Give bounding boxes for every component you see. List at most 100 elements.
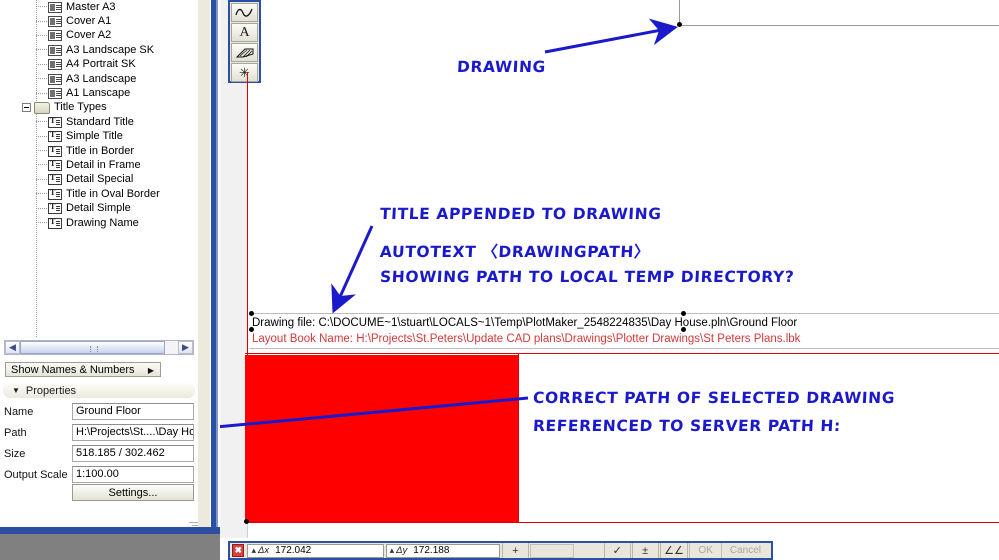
navigator-tree[interactable]: Master A3 Cover A1 Cover A2 A3 Landscape SK… <box>0 0 198 337</box>
delta-y-value[interactable]: 172.188 <box>413 545 449 556</box>
tree-connector <box>36 6 47 8</box>
angle-constraint-icon[interactable]: ∠∠ <box>659 543 689 558</box>
tree-item-simple-title[interactable]: Simple Title <box>0 130 198 144</box>
tree-item-a3-landscape-sk[interactable]: A3 Landscape SK <box>0 43 198 57</box>
properties-title: Properties <box>25 384 77 397</box>
tree-item-label: Title Types <box>54 101 107 114</box>
tree-item-title-types[interactable]: Title Types <box>0 101 198 115</box>
tree-item-cover-a2[interactable]: Cover A2 <box>0 29 198 43</box>
polyline-tool-icon[interactable] <box>231 3 258 22</box>
tree-item-cover-a1[interactable]: Cover A1 <box>0 14 198 28</box>
title-type-icon <box>48 173 62 186</box>
tree-item-detail-in-frame[interactable]: Detail in Frame <box>0 158 198 172</box>
tree-connector <box>36 121 47 123</box>
tree-item-standard-title[interactable]: Standard Title <box>0 115 198 129</box>
tree-item-title-in-oval-border[interactable]: Title in Oval Border <box>0 187 198 201</box>
tree-connector <box>36 222 47 224</box>
annotation-correct-line2: REFERENCED TO SERVER PATH H: <box>532 417 842 435</box>
drawing-red-fill[interactable] <box>245 355 518 522</box>
coordinate-spare-field[interactable] <box>529 543 574 558</box>
drawing-sheet-icon <box>48 73 62 85</box>
fill-tool-icon[interactable] <box>231 43 258 62</box>
confirm-check-icon[interactable]: ✓ <box>603 543 631 558</box>
grid-line-horizontal <box>679 25 999 26</box>
tree-item-label: Detail Special <box>66 173 134 186</box>
angle-icon-x: ▴ <box>251 545 256 555</box>
tree-item-a1-lanscape[interactable]: A1 Lanscape <box>0 86 198 100</box>
tree-item-label: A3 Landscape <box>66 72 137 85</box>
drawing-sheet-icon <box>48 59 62 71</box>
delta-y-field[interactable]: ▴ Δy 172.188 <box>385 543 500 558</box>
drawing-file-text[interactable]: Drawing file: C:\DOCUME~1\stuart\LOCALS~… <box>252 317 797 329</box>
drawing-sheet-icon <box>48 16 62 28</box>
layout-book-name-text[interactable]: Layout Book Name: H:\Projects\St.Peters\… <box>252 333 800 345</box>
status-bar-filler <box>773 541 999 560</box>
text-tool-icon[interactable]: A <box>231 23 258 42</box>
tree-item-a4-portrait-sk[interactable]: A4 Portrait SK <box>0 58 198 72</box>
tree-item-detail-special[interactable]: Detail Special <box>0 173 198 187</box>
tree-item-title-in-border[interactable]: Title in Border <box>0 144 198 158</box>
asterisk-glyph-icon: ✳ <box>239 64 250 80</box>
ok-button[interactable]: OK <box>689 543 720 558</box>
title-type-icon <box>48 145 62 157</box>
collapse-triangle-icon[interactable]: ▼ <box>12 386 20 395</box>
tree-expander-icon[interactable] <box>22 103 31 113</box>
tree-item-label: Detail in Frame <box>66 158 141 171</box>
application-background <box>0 534 220 560</box>
tree-connector <box>36 207 47 210</box>
scrollbar-thumb[interactable] <box>20 341 165 354</box>
tree-item-detail-simple[interactable]: Detail Simple <box>0 201 198 215</box>
figure-tool-icon[interactable]: ✳ <box>231 63 258 82</box>
property-value-field[interactable]: H:\Projects\St....\Day House.pln <box>72 424 194 441</box>
text-handle-top-right[interactable] <box>681 311 686 316</box>
add-coordinate-button[interactable]: + <box>501 543 529 558</box>
property-label: Output Scale <box>4 468 68 481</box>
tree-connector <box>36 178 47 181</box>
folder-icon <box>34 101 50 114</box>
title-type-icon <box>48 116 62 128</box>
delta-x-label: Δx <box>257 545 270 556</box>
tree-item-label: Master A3 <box>66 0 116 13</box>
plus-minus-icon[interactable]: ± <box>631 543 659 558</box>
coordinate-status-bar[interactable]: ✖ ▴ Δx 172.042 ▴ Δy 172.188 + ✓ ± ∠∠ OK … <box>228 541 773 560</box>
tree-item-master-a3[interactable]: Master A3 <box>0 0 198 14</box>
panel-bottom-border <box>0 527 220 534</box>
tree-connector <box>36 49 47 51</box>
tree-item-label: A3 Landscape SK <box>66 43 155 56</box>
property-value-field[interactable]: Ground Floor <box>72 403 194 420</box>
frame-handle-bottom-left[interactable] <box>244 519 249 524</box>
property-value-field[interactable]: 1:100.00 <box>72 466 194 483</box>
tree-item-label: Standard Title <box>66 115 134 128</box>
tree-connector <box>36 135 47 138</box>
tree-item-label: Title in Oval Border <box>66 187 160 200</box>
tree-item-drawing-name[interactable]: Drawing Name <box>0 216 198 230</box>
property-row-size: Size 518.185 / 302.462 <box>4 444 194 463</box>
show-names-and-numbers-button[interactable]: Show Names & Numbers ▶ <box>5 362 161 377</box>
property-row-path: Path H:\Projects\St....\Day House.pln <box>4 423 194 442</box>
tree-item-a3-landscape[interactable]: A3 Landscape <box>0 72 198 86</box>
chevron-right-icon: ▶ <box>147 366 154 375</box>
tree-horizontal-scrollbar[interactable]: ◀ ▶ <box>4 340 194 355</box>
drawing-sheet-icon <box>48 44 62 56</box>
angle-icon-y: ▴ <box>389 545 395 555</box>
polyline-glyph-icon <box>235 8 253 17</box>
settings-button[interactable]: Settings... <box>72 484 194 501</box>
property-value-field[interactable]: 518.185 / 302.462 <box>72 445 194 462</box>
scroll-left-arrow-icon[interactable]: ◀ <box>5 341 20 354</box>
floating-tool-palette[interactable]: A ✳ <box>228 0 261 83</box>
title-type-icon <box>48 202 62 215</box>
selection-handle[interactable] <box>677 22 682 27</box>
text-handle-top-left[interactable] <box>249 311 254 316</box>
properties-section-header[interactable]: ▼ Properties <box>3 383 195 398</box>
scrollbar-track[interactable] <box>20 341 178 354</box>
tree-item-label: A4 Portrait SK <box>66 58 136 71</box>
layout-canvas[interactable]: A ✳ Drawing file: C:\DOCUME~1\stuart\LOC… <box>220 0 999 538</box>
delta-x-value[interactable]: 172.042 <box>275 545 311 556</box>
scroll-right-arrow-icon[interactable]: ▶ <box>178 341 193 354</box>
annotation-drawing: DRAWING <box>456 58 547 76</box>
arrow-to-title-text <box>331 225 374 314</box>
close-icon[interactable]: ✖ <box>232 544 245 557</box>
delta-x-field[interactable]: ▴ Δx 172.042 <box>247 543 384 558</box>
cancel-button[interactable]: Cancel <box>720 543 769 558</box>
drawing-sheet-icon <box>48 88 62 100</box>
